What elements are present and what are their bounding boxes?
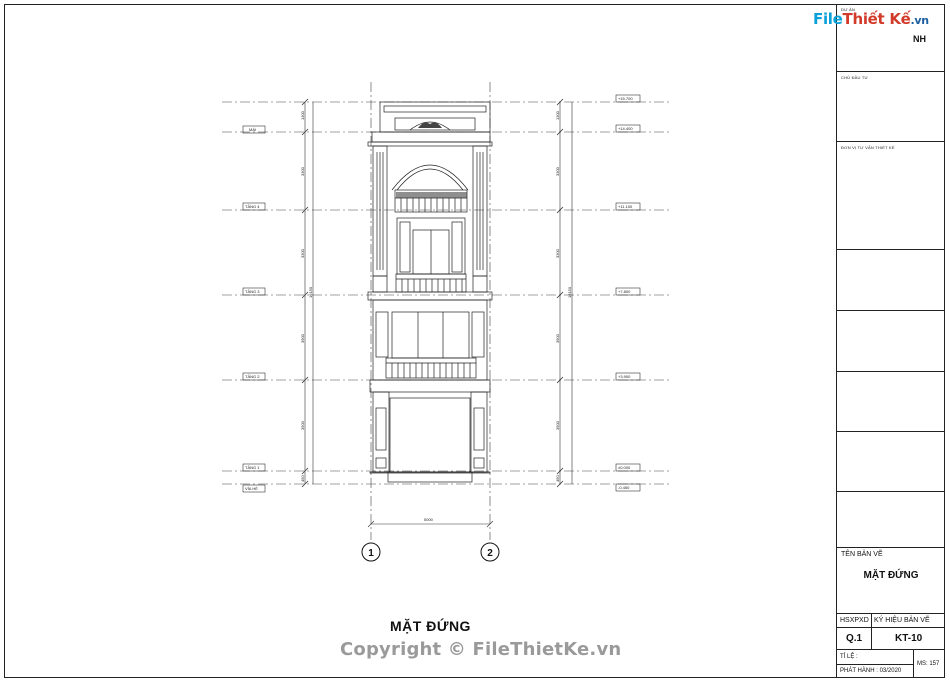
- level-name-3: TẦNG 2: [245, 374, 260, 379]
- right-total-dim: 16150: [567, 286, 572, 298]
- title-block: DỰ ÁN NH CHỦ ĐẦU TƯ ĐƠN VỊ TƯ VẤN THIẾT …: [836, 4, 945, 678]
- left-dim-5: 450: [300, 475, 305, 482]
- owner-cell: CHỦ ĐẦU TƯ: [837, 72, 945, 142]
- logo-part-thietke: Thiết Kế: [842, 10, 911, 28]
- blank-cell-5: [837, 492, 945, 548]
- elevation-5: ±0.000: [618, 465, 631, 470]
- left-dim-0: 1300: [300, 110, 305, 120]
- level-name-1: TẦNG 4: [245, 204, 260, 209]
- right-dim-3: 3900: [555, 333, 560, 343]
- grid-axis-2: 2: [487, 548, 493, 559]
- left-dim-1: 3300: [300, 166, 305, 176]
- ms-label: MS: 157: [917, 661, 940, 667]
- right-dim-0: 1300: [555, 110, 560, 120]
- left-total-dim: 16150: [308, 286, 313, 298]
- scale-label: TỈ LỆ :: [840, 654, 858, 660]
- left-dim-2: 3300: [300, 248, 305, 258]
- elevation-1: +14.400: [618, 126, 633, 131]
- blank-cell-4: [837, 432, 945, 492]
- owner-label: CHỦ ĐẦU TƯ: [841, 75, 869, 80]
- filethietke-logo: FileThiết Kế.vn: [813, 10, 929, 28]
- sheet-title-cell: TÊN BẢN VẼ MẶT ĐỨNG: [837, 548, 945, 614]
- issue-label: PHÁT HÀNH : 03/2020: [840, 668, 902, 674]
- right-dim-2: 3300: [555, 248, 560, 258]
- right-dim-1: 3300: [555, 166, 560, 176]
- grid-axis-1: 1: [368, 548, 374, 559]
- symbol-value: KT-10: [895, 633, 923, 644]
- blank-cell-2: [837, 311, 945, 372]
- level-name-2: TẦNG 3: [245, 289, 260, 294]
- elevation-4: +3.900: [618, 374, 631, 379]
- sheet-title: MẶT ĐỨNG: [863, 570, 919, 581]
- level-tags-left: [242, 125, 266, 493]
- consultant-label: ĐƠN VỊ TƯ VẤN THIẾT KẾ: [841, 145, 895, 150]
- drawing-title: MẶT ĐỨNG: [390, 618, 471, 634]
- elevation-2: +11.100: [618, 204, 633, 209]
- ms-divider: [913, 650, 914, 678]
- level-name-5: VỈA HÈ: [245, 486, 258, 491]
- hsxpxd-value: Q.1: [846, 633, 863, 644]
- rail-shade: [396, 192, 467, 198]
- width-dim: 5000: [424, 517, 434, 522]
- elevation-drawing: MÁI TẦNG 4 TẦNG 3 TẦNG 2 TẦNG 1 VỈA HÈ +…: [222, 82, 672, 562]
- symbol-label: KÝ HIỆU BẢN VẼ: [874, 617, 930, 624]
- right-dim-4: 3900: [555, 420, 560, 430]
- blank-cell-3: [837, 372, 945, 432]
- level-name-0: MÁI: [249, 127, 256, 132]
- code-value-row: Q.1 KT-10: [837, 628, 945, 650]
- code-header-row: HSXPXD KÝ HIỆU BẢN VẼ: [837, 614, 945, 628]
- left-dim-4: 3900: [300, 420, 305, 430]
- left-dim-3: 3900: [300, 333, 305, 343]
- building-facade: [367, 101, 493, 483]
- consultant-cell: ĐƠN VỊ TƯ VẤN THIẾT KẾ: [837, 142, 945, 250]
- level-name-4: TẦNG 1: [245, 465, 260, 470]
- elevation-3: +7.800: [618, 289, 631, 294]
- logo-part-file: File: [813, 10, 843, 28]
- right-dim-5: 450: [555, 475, 560, 482]
- sheet-title-label: TÊN BẢN VẼ: [841, 551, 883, 558]
- logo-part-vn: .vn: [910, 14, 930, 27]
- project-name-suffix: NH: [913, 34, 926, 44]
- elevation-6: -0.450: [618, 485, 630, 490]
- copyright-watermark: Copyright © FileThietKe.vn: [340, 639, 622, 660]
- blank-cell-1: [837, 250, 945, 311]
- hsxpxd-label: HSXPXD: [840, 617, 869, 624]
- elevation-0: +15.700: [618, 96, 633, 101]
